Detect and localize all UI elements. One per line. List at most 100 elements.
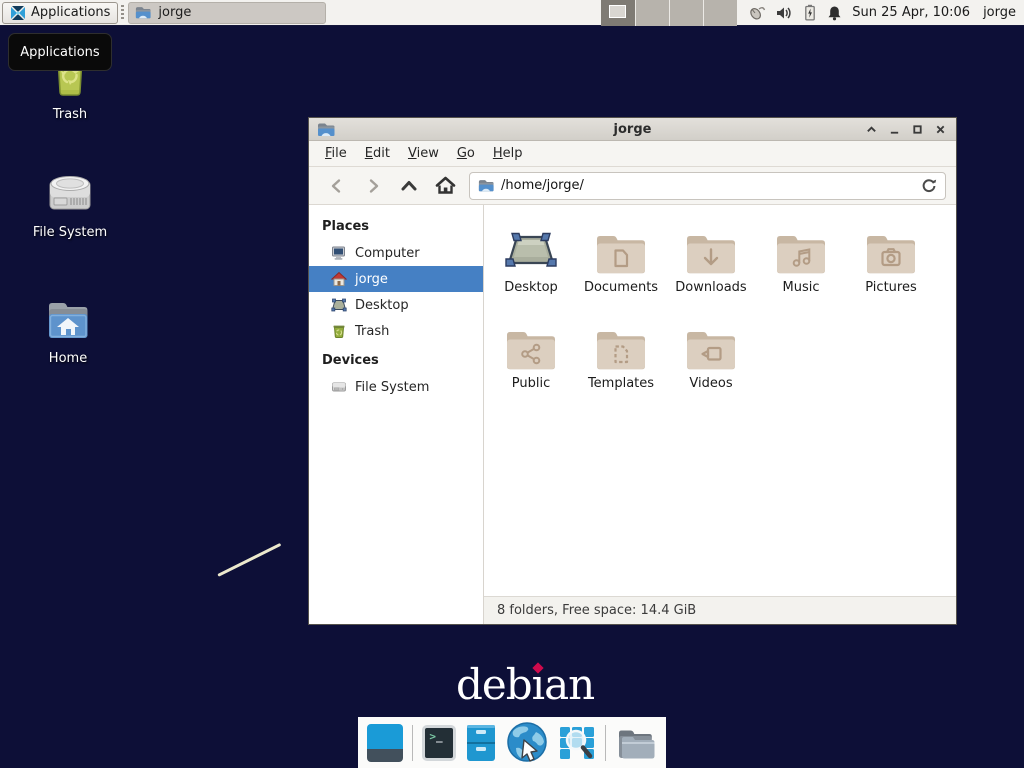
applications-tooltip-text: Applications	[20, 45, 99, 60]
panel-username: jorge	[983, 5, 1016, 20]
menu-help[interactable]: Help	[484, 143, 532, 164]
debian-logo-text-post: an	[544, 660, 594, 709]
show-desktop-bottom	[367, 749, 403, 762]
window-controls	[864, 122, 948, 137]
pathbar-folder-icon	[478, 178, 494, 193]
window-title: jorge	[309, 122, 956, 137]
folder-label: Desktop	[504, 280, 558, 295]
documents-folder-icon	[594, 218, 648, 274]
applications-menu-button[interactable]: Applications	[2, 2, 118, 24]
notifications-bell-icon[interactable]	[827, 5, 842, 21]
trash-mini-icon	[331, 323, 347, 339]
close-button[interactable]	[933, 122, 948, 137]
maximize-button[interactable]	[910, 122, 925, 137]
application-finder-icon[interactable]	[558, 725, 596, 761]
file-manager-cabinet-icon[interactable]	[465, 724, 497, 762]
workspace-4[interactable]	[703, 0, 737, 26]
templates-folder-icon	[594, 314, 648, 370]
show-desktop-icon[interactable]	[367, 724, 403, 762]
folder-item-pictures[interactable]: Pictures	[846, 218, 936, 314]
location-bar[interactable]	[469, 172, 946, 200]
sidebar-item-label: Desktop	[355, 298, 409, 313]
workspace-pager	[601, 0, 737, 26]
folder-item-documents[interactable]: Documents	[576, 218, 666, 314]
menu-file[interactable]: File	[316, 143, 356, 164]
folder-item-desktop[interactable]: Desktop	[486, 218, 576, 314]
taskbar-window-label: jorge	[158, 5, 191, 20]
folder-item-downloads[interactable]: Downloads	[666, 218, 756, 314]
home-button[interactable]	[427, 171, 463, 201]
forward-button[interactable]	[355, 171, 391, 201]
terminal-icon[interactable]: >_	[422, 725, 456, 761]
folder-label: Public	[512, 376, 550, 391]
public-folder-icon	[504, 314, 558, 370]
reload-icon[interactable]	[921, 178, 937, 194]
drive-mini-icon	[331, 379, 347, 395]
stray-line-artifact	[217, 543, 281, 577]
folder-label: Music	[783, 280, 820, 295]
workspace-1[interactable]	[601, 0, 635, 26]
desktop-icon-label: Home	[49, 351, 87, 366]
sidebar-item-label: jorge	[355, 272, 388, 287]
sidebar-item-label: File System	[355, 380, 429, 395]
menu-edit[interactable]: Edit	[356, 143, 399, 164]
sidebar-item-label: Computer	[355, 246, 420, 261]
folder-label: Pictures	[865, 280, 916, 295]
back-button[interactable]	[319, 171, 355, 201]
sidebar-item-file-system[interactable]: File System	[309, 374, 483, 400]
folder-label: Downloads	[675, 280, 746, 295]
sidebar-item-computer[interactable]: Computer	[309, 240, 483, 266]
files-folder-icon[interactable]	[615, 725, 657, 761]
music-folder-icon	[774, 218, 828, 274]
home-folder-icon	[42, 296, 94, 344]
path-input[interactable]	[501, 178, 914, 193]
folder-item-public[interactable]: Public	[486, 314, 576, 410]
sidebar-item-jorge[interactable]: jorge	[309, 266, 483, 292]
sidebar-item-trash[interactable]: Trash	[309, 318, 483, 344]
panel-clock[interactable]: Sun 25 Apr, 10:06	[852, 5, 970, 20]
desktop-icon-file-system[interactable]: File System	[8, 168, 132, 240]
pictures-folder-icon	[864, 218, 918, 274]
desktop-icon-home[interactable]: Home	[6, 296, 130, 366]
desktop-special-icon	[502, 218, 560, 274]
folder-icon-view[interactable]: Desktop Documents	[484, 205, 956, 596]
system-tray	[747, 4, 842, 21]
top-panel: Applications jorge	[0, 0, 1024, 26]
videos-folder-icon	[684, 314, 738, 370]
sidebar-header-devices: Devices	[309, 348, 483, 374]
folder-item-music[interactable]: Music	[756, 218, 846, 314]
workspace-window-thumbnail	[609, 5, 626, 18]
folder-label: Documents	[584, 280, 658, 295]
desktop-icon-label: Trash	[53, 107, 87, 122]
workspace-3[interactable]	[669, 0, 703, 26]
folder-item-videos[interactable]: Videos	[666, 314, 756, 410]
xfce-applications-icon	[10, 5, 26, 21]
workspace-2[interactable]	[635, 0, 669, 26]
sidebar-header-places: Places	[309, 214, 483, 240]
menu-view[interactable]: View	[399, 143, 448, 164]
taskbar-window-button[interactable]: jorge	[128, 2, 326, 24]
folder-window-icon	[135, 5, 151, 20]
panel-grip-handle[interactable]	[121, 5, 124, 21]
menu-go[interactable]: Go	[448, 143, 484, 164]
computer-icon	[331, 245, 347, 261]
menubar: File Edit View Go Help	[309, 141, 956, 167]
battery-icon[interactable]	[803, 4, 817, 21]
folder-label: Templates	[588, 376, 654, 391]
volume-icon[interactable]	[776, 5, 793, 21]
applications-tooltip: Applications	[8, 33, 112, 71]
debian-logo: debıan	[456, 660, 594, 709]
window-body: Places Computer	[309, 205, 956, 624]
window-titlebar[interactable]: jorge	[309, 118, 956, 141]
dock: >_	[358, 717, 666, 768]
mouse-icon[interactable]	[747, 4, 766, 21]
sidebar-item-desktop[interactable]: Desktop	[309, 292, 483, 318]
up-button[interactable]	[391, 171, 427, 201]
minimize-button[interactable]	[887, 122, 902, 137]
web-browser-globe-icon[interactable]	[506, 722, 549, 764]
shade-button[interactable]	[864, 122, 879, 137]
desktop-icon-label: File System	[33, 225, 107, 240]
folder-item-templates[interactable]: Templates	[576, 314, 666, 410]
downloads-folder-icon	[684, 218, 738, 274]
debian-logo-i: ı	[532, 660, 544, 709]
